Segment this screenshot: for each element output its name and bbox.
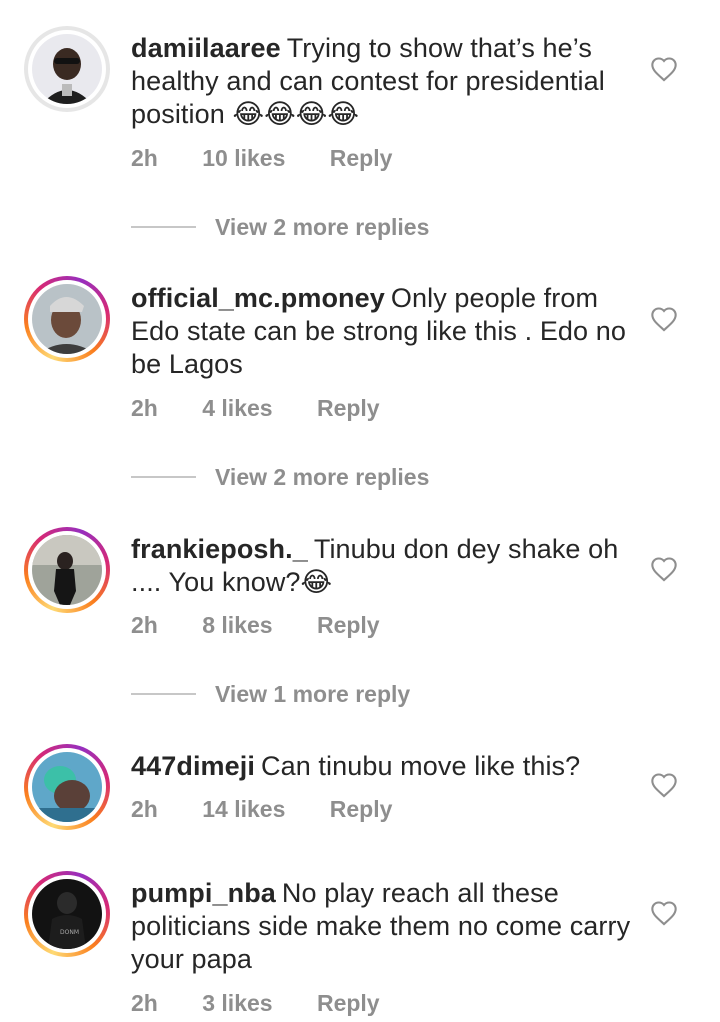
comment-username[interactable]: 447dimeji [131,751,255,781]
heart-icon[interactable] [650,56,678,82]
svg-text:DONM: DONM [60,929,79,936]
comment-username[interactable]: pumpi_nba [131,878,276,908]
avatar[interactable]: DONM [32,879,102,949]
comment-text-block: frankieposh._ Tinubu don dey shake oh ...… [131,533,631,599]
comment-username[interactable]: frankieposh._ [131,534,308,564]
view-more-label[interactable]: View 1 more reply [215,679,410,709]
comment-likes[interactable]: 4 likes [202,393,272,423]
heart-icon[interactable] [650,900,678,926]
avatar-border: DONM [28,875,106,953]
avatar-ring [24,276,110,362]
comment-text-block: pumpi_nba No play reach all these politic… [131,877,631,976]
comment-text: Can tinubu move like this? [260,751,581,781]
view-more-label[interactable]: View 2 more replies [215,462,429,492]
comment-likes[interactable]: 10 likes [202,143,285,173]
comment-likes[interactable]: 14 likes [202,794,285,824]
avatar-border [28,748,106,826]
avatar[interactable] [32,34,102,104]
comment-time: 2h [131,395,158,421]
comment-meta: 2h 8 likes Reply [131,610,380,640]
comment-text-block: damiilaaree Trying to show that’s he’s he… [131,32,631,131]
comment-meta: 2h 4 likes Reply [131,393,380,423]
comment-likes[interactable]: 3 likes [202,988,272,1018]
avatar[interactable] [32,535,102,605]
avatar-border [28,30,106,108]
comment-time: 2h [131,796,158,822]
comment-meta: 2h 10 likes Reply [131,143,392,173]
comment-time: 2h [131,145,158,171]
comment-username[interactable]: official_mc.pmoney [131,283,385,313]
reply-button[interactable]: Reply [317,988,380,1018]
comment-meta: 2h 14 likes Reply [131,794,392,824]
comment-username[interactable]: damiilaaree [131,33,281,63]
view-more-divider [131,226,196,228]
heart-icon[interactable] [650,772,678,798]
reply-button[interactable]: Reply [317,393,380,423]
avatar[interactable] [32,752,102,822]
comment-time: 2h [131,990,158,1016]
avatar[interactable] [32,284,102,354]
heart-icon[interactable] [650,556,678,582]
reply-button[interactable]: Reply [317,610,380,640]
heart-icon[interactable] [650,306,678,332]
comment-time: 2h [131,612,158,638]
avatar-ring: DONM [24,871,110,957]
comment-likes[interactable]: 8 likes [202,610,272,640]
view-more-divider [131,476,196,478]
reply-button[interactable]: Reply [330,143,393,173]
avatar-border [28,531,106,609]
view-more-divider [131,693,196,695]
view-more-label[interactable]: View 2 more replies [215,212,429,242]
avatar-border [28,280,106,358]
avatar-ring [24,26,110,112]
comment-text-block: 447dimeji Can tinubu move like this? [131,750,631,783]
comment-text-block: official_mc.pmoney Only people from Edo s… [131,282,631,381]
reply-button[interactable]: Reply [330,794,393,824]
avatar-ring [24,527,110,613]
avatar-ring [24,744,110,830]
comment-meta: 2h 3 likes Reply [131,988,380,1018]
